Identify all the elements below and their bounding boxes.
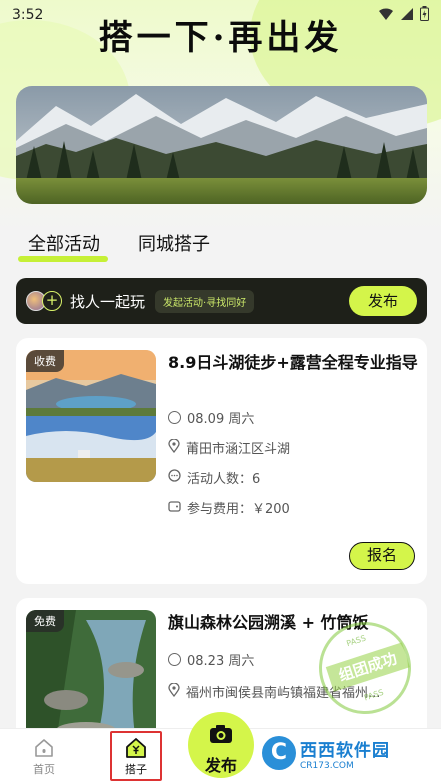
tab-local-partners[interactable]: 同城搭子 bbox=[138, 230, 210, 262]
publish-button[interactable]: 发布 bbox=[349, 286, 417, 316]
activity-date: 08.09 周六 bbox=[168, 408, 254, 427]
wallet-icon bbox=[168, 500, 181, 516]
page-headline: 搭一下·再出发 bbox=[98, 18, 343, 58]
watermark-text: 西西软件园 bbox=[300, 740, 390, 761]
activity-card[interactable]: 收费 8.9日斗湖徒步+露营全程专业指导 08.09 周六 莆田市涵江区斗湖 活… bbox=[16, 338, 427, 584]
chat-icon bbox=[168, 469, 181, 486]
activity-title: 8.9日斗湖徒步+露营全程专业指导 bbox=[168, 353, 418, 372]
activity-location: 莆田市涵江区斗湖 bbox=[168, 437, 290, 457]
activity-photo: 收费 bbox=[26, 350, 156, 482]
location-pin-icon bbox=[168, 681, 180, 701]
fee-badge: 免费 bbox=[26, 610, 64, 632]
publish-fab-button[interactable]: 发布 bbox=[188, 712, 254, 778]
watermark-logo: C bbox=[262, 736, 296, 770]
tab-all-activities[interactable]: 全部活动 bbox=[18, 230, 108, 262]
activity-fee: 参与费用：￥200 bbox=[168, 498, 290, 517]
clock-icon bbox=[168, 411, 181, 424]
find-bar-tag: 发起活动·寻找同好 bbox=[155, 289, 255, 313]
location-pin-icon bbox=[168, 437, 180, 457]
find-bar-text: 找人一起玩 bbox=[70, 292, 146, 311]
camera-icon bbox=[210, 725, 232, 743]
fee-badge: 收费 bbox=[26, 350, 64, 372]
nav-partner[interactable]: 搭子 bbox=[110, 731, 162, 781]
nav-home-label: 首页 bbox=[33, 763, 55, 776]
activity-photo: 免费 bbox=[26, 610, 156, 742]
nav-partner-label: 搭子 bbox=[125, 763, 147, 776]
find-partner-bar[interactable]: + 找人一起玩 发起活动·寻找同好 发布 bbox=[16, 278, 427, 324]
fab-label: 发布 bbox=[204, 756, 237, 775]
plus-icon: + bbox=[42, 291, 62, 311]
site-watermark: C 西西软件园 CR173.COM bbox=[262, 734, 422, 772]
mountain-banner-image[interactable] bbox=[16, 86, 427, 204]
activity-people: 活动人数：6 bbox=[168, 468, 260, 487]
activity-tabs: 全部活动 同城搭子 bbox=[18, 230, 210, 262]
partner-icon bbox=[125, 737, 147, 759]
signup-button[interactable]: 报名 bbox=[349, 542, 415, 570]
home-icon bbox=[33, 737, 55, 759]
watermark-subtext: CR173.COM bbox=[300, 760, 354, 771]
activity-date: 08.23 周六 bbox=[168, 650, 254, 669]
nav-home[interactable]: 首页 bbox=[19, 733, 69, 777]
clock-icon bbox=[168, 653, 181, 666]
avatar-group: + bbox=[26, 291, 62, 311]
